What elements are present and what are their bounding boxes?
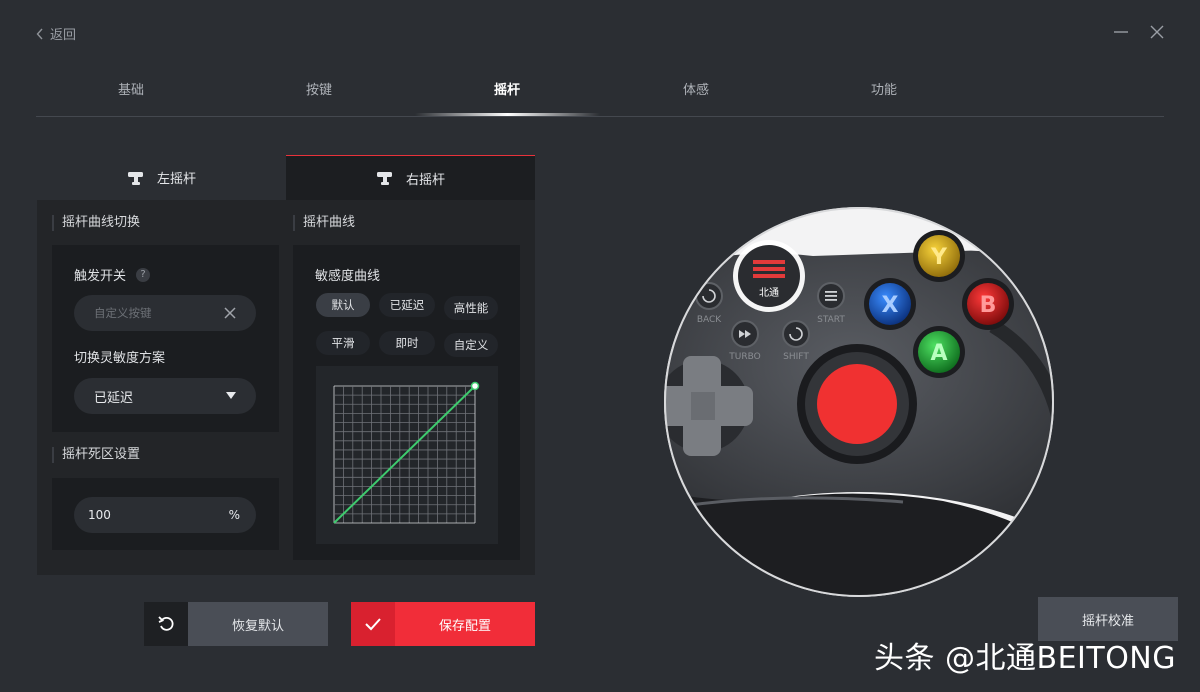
preset-instant[interactable]: 即时 (379, 331, 435, 355)
watermark-text: 头条 @北通BEITONG (873, 641, 1176, 676)
preset-custom[interactable]: 自定义 (444, 333, 498, 357)
custom-key-placeholder: 自定义按键 (94, 306, 152, 320)
preset-default[interactable]: 默认 (316, 293, 370, 317)
a-button-label: A (930, 341, 947, 366)
deadzone-value: 100 (88, 508, 111, 522)
trigger-switch-label: 触发开关 (74, 269, 127, 284)
curve-switch-title: 摇杆曲线切换 (52, 215, 140, 231)
x-button-label: X (882, 293, 899, 318)
tab-functions[interactable]: 功能 (824, 79, 944, 98)
preset-smooth[interactable]: 平滑 (316, 331, 370, 355)
logo-text: 北通 (759, 287, 779, 299)
tab-right-stick[interactable]: 右摇杆 (286, 155, 535, 200)
clear-icon[interactable] (224, 307, 236, 319)
help-icon[interactable]: ? (136, 267, 151, 282)
custom-key-input[interactable]: 自定义按键 (74, 295, 256, 331)
sensitivity-curve-label: 敏感度曲线 (315, 269, 381, 284)
close-icon (1150, 25, 1164, 39)
deadzone-title: 摇杆死区设置 (52, 447, 140, 463)
save-config-button[interactable]: 保存配置 (395, 602, 535, 646)
preset-high-performance[interactable]: 高性能 (444, 296, 498, 320)
deadzone-unit: % (228, 508, 240, 522)
controller-image: 北通 BACK START TURBO SHIFT Y X B A (663, 206, 1055, 598)
tab-left-stick[interactable]: 左摇杆 (37, 155, 286, 200)
tab-joystick[interactable]: 摇杆 (447, 79, 567, 98)
tab-divider (36, 116, 1164, 117)
back-button[interactable]: 返回 (36, 24, 76, 43)
close-window-button[interactable] (1149, 24, 1165, 44)
shift-button-label: SHIFT (783, 352, 809, 362)
active-tab-indicator (415, 113, 600, 116)
tab-right-stick-label: 右摇杆 (405, 172, 445, 188)
preset-delayed[interactable]: 已延迟 (379, 293, 435, 317)
joystick-icon (127, 171, 143, 185)
scheme-select[interactable]: 已延迟 (74, 378, 256, 414)
start-button-label: START (817, 315, 845, 325)
minimize-icon (1114, 31, 1128, 33)
scheme-label: 切换灵敏度方案 (74, 351, 166, 366)
y-button-label: Y (930, 245, 948, 270)
tab-left-stick-label: 左摇杆 (156, 172, 196, 187)
tab-keys[interactable]: 按键 (259, 79, 379, 98)
deadzone-input[interactable]: 100 % (74, 497, 256, 533)
restore-default-button[interactable]: 恢复默认 (188, 602, 328, 646)
turbo-button-label: TURBO (728, 352, 760, 362)
back-button-label: BACK (697, 315, 722, 325)
restore-icon-button[interactable] (144, 602, 188, 646)
minimize-button[interactable] (1113, 24, 1129, 44)
save-icon-button[interactable] (351, 602, 395, 646)
chevron-left-icon (36, 28, 43, 39)
dropdown-arrow-icon (226, 392, 236, 399)
trigger-switch-row: 触发开关 ? (74, 265, 151, 284)
curve-title: 摇杆曲线 (293, 215, 355, 231)
tab-motion[interactable]: 体感 (636, 79, 756, 98)
curve-line (333, 385, 476, 524)
tab-basic[interactable]: 基础 (71, 79, 191, 98)
curve-endpoint-handle[interactable] (470, 381, 480, 391)
undo-icon (158, 616, 174, 631)
right-stick-highlight (817, 364, 897, 444)
sensitivity-curve-graph[interactable] (316, 366, 498, 544)
curve-plot-area (316, 366, 498, 544)
scheme-select-value: 已延迟 (94, 390, 134, 406)
joystick-icon (376, 172, 392, 185)
b-button-label: B (980, 293, 997, 318)
back-label: 返回 (50, 28, 77, 43)
check-icon (365, 618, 381, 631)
